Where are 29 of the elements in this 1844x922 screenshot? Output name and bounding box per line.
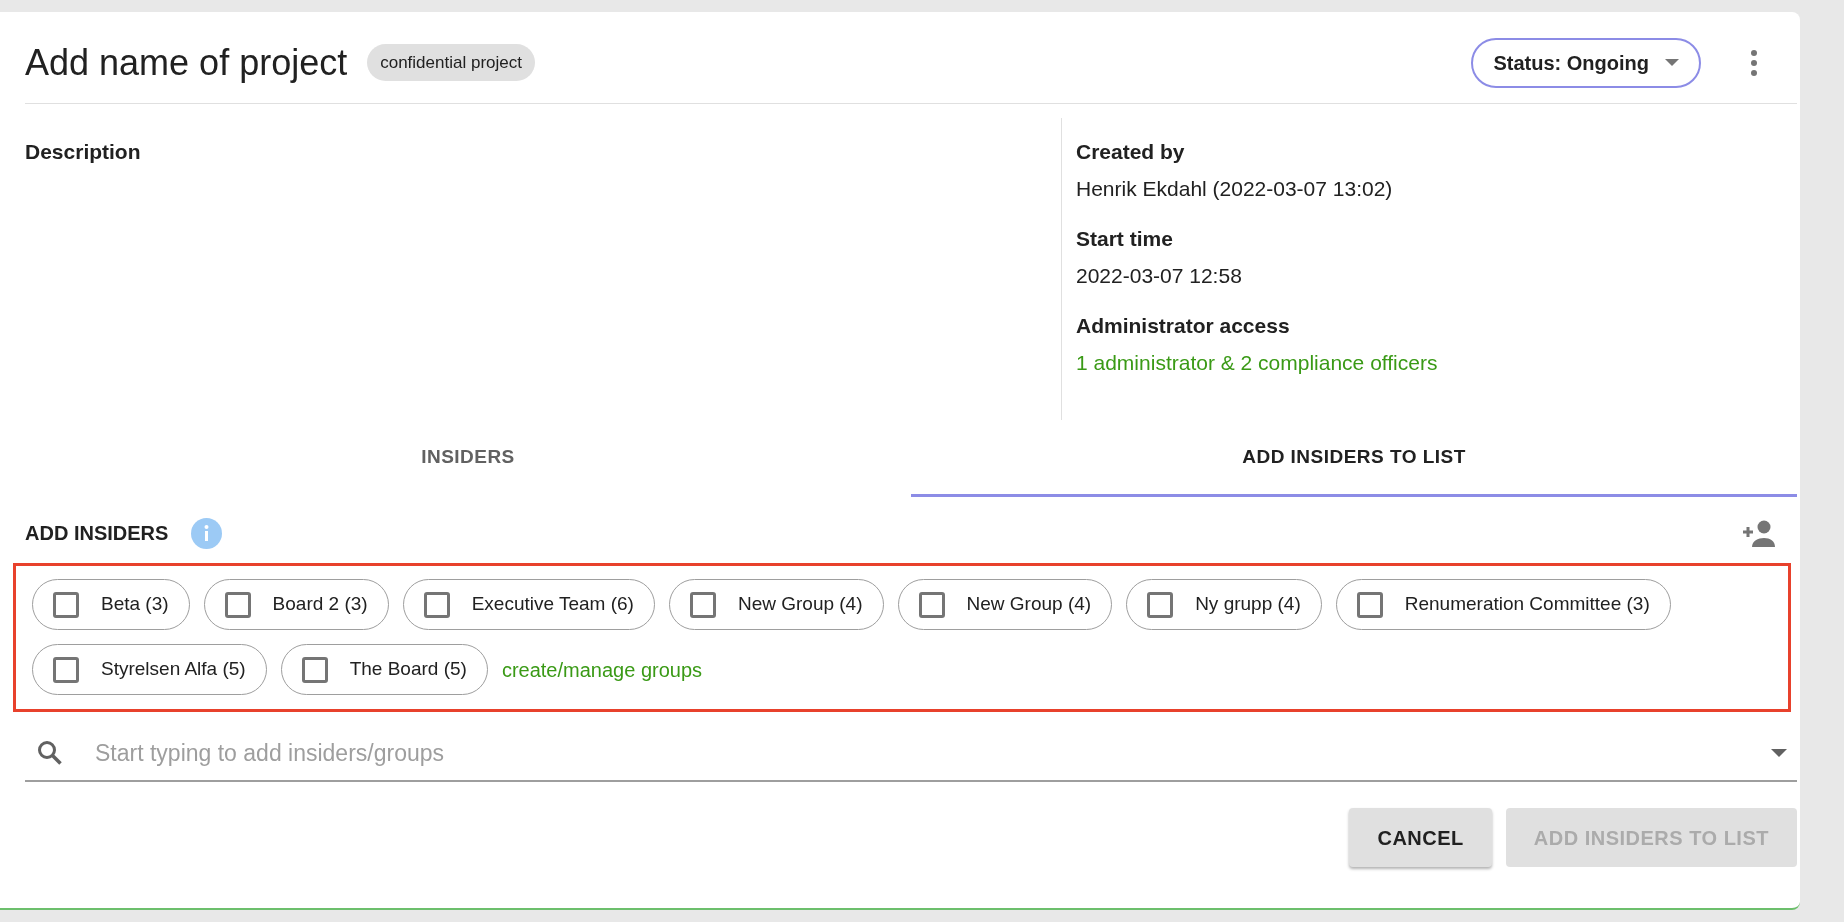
- manage-groups-link[interactable]: create/manage groups: [501, 654, 703, 685]
- confidential-tag: confidential project: [367, 43, 535, 82]
- description-label: Description: [25, 139, 142, 165]
- project-title: Add name of project: [25, 44, 348, 81]
- checkbox[interactable]: [689, 591, 716, 618]
- checkbox[interactable]: [53, 656, 79, 683]
- detail-label: Start time: [1076, 226, 1174, 252]
- action-button[interactable]: CANCEL: [1349, 808, 1492, 867]
- status-dropdown[interactable]: Status: Ongoing: [1471, 37, 1701, 88]
- checkbox[interactable]: [918, 591, 945, 618]
- checkbox[interactable]: [53, 591, 79, 618]
- search-field[interactable]: Start typing to add insiders/groups: [95, 735, 1771, 771]
- search-icon: [37, 740, 63, 766]
- checkbox[interactable]: [224, 591, 251, 618]
- tab[interactable]: INSIDERS: [25, 420, 911, 497]
- detail-value: Henrik Ekdahl (2022-03-07 13:02): [1076, 175, 1394, 202]
- section-heading: ADD INSIDERS: [25, 521, 169, 546]
- admin-access-link[interactable]: 1 administrator & 2 compliance officers: [1076, 346, 1438, 378]
- detail-value: 2022-03-07 12:58: [1076, 262, 1243, 289]
- detail-label: Administrator access: [1076, 313, 1291, 339]
- more-options-icon[interactable]: [1751, 49, 1757, 76]
- tab[interactable]: ADD INSIDERS TO LIST: [911, 420, 1797, 497]
- checkbox[interactable]: [423, 591, 450, 618]
- dropdown-caret-icon[interactable]: [1771, 748, 1787, 758]
- checkbox[interactable]: [1147, 591, 1174, 618]
- checkbox[interactable]: [1356, 591, 1383, 618]
- detail-label: Created by: [1076, 139, 1186, 165]
- caret-icon: [1665, 58, 1679, 67]
- checkbox[interactable]: [301, 656, 328, 683]
